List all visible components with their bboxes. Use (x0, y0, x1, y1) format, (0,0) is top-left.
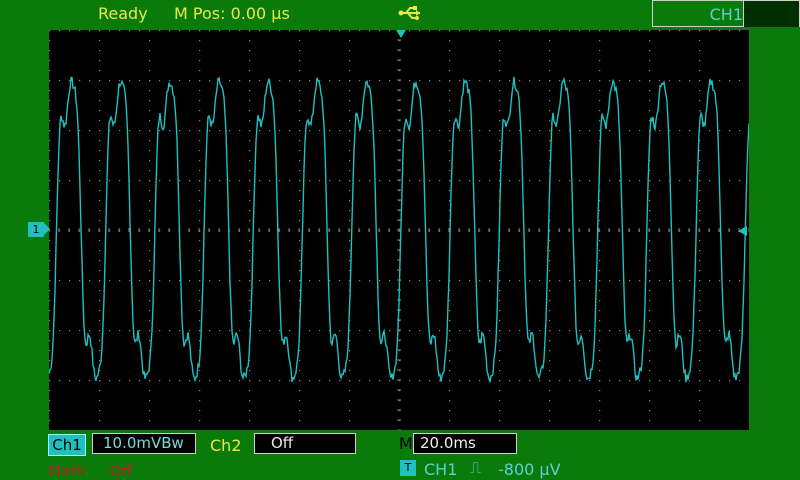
ch1-label[interactable]: Ch1 (48, 434, 86, 456)
menu-side-panel (743, 1, 799, 27)
ch2-value: Off (254, 433, 356, 454)
channel-menu-title[interactable]: CH1 (652, 0, 800, 27)
math-value: Off (110, 462, 133, 480)
trigger-position-icon[interactable] (396, 30, 406, 38)
ch2-label[interactable]: Ch2 (210, 436, 242, 455)
ch1-scale: 10.0mVBw (92, 433, 196, 454)
acquisition-status: Ready (98, 4, 148, 23)
main-timebase-label: M (399, 434, 413, 453)
waveform-display (49, 30, 749, 430)
trigger-edge-icon: ⎍ (470, 458, 482, 477)
waveform-canvas (49, 30, 749, 430)
usb-icon (398, 6, 420, 20)
trigger-source: CH1 (424, 460, 458, 479)
ch1-ground-marker-icon[interactable]: 1 (28, 222, 50, 237)
math-label[interactable]: Math (48, 462, 86, 480)
horizontal-position: M Pos: 0.00 µs (174, 4, 290, 23)
trigger-icon: T (400, 460, 416, 476)
channel-menu-label: CH1 (709, 5, 743, 24)
trigger-level-icon[interactable] (738, 226, 747, 236)
top-status-bar: Ready M Pos: 0.00 µs CH1 (0, 0, 800, 28)
timebase-value: 20.0ms (413, 433, 517, 454)
trigger-level: -800 µV (498, 460, 561, 479)
